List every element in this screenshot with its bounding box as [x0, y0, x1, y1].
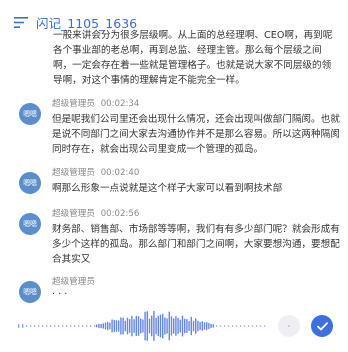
entry-meta: 超级管理员 00:02:56 [52, 207, 139, 219]
menu-icon[interactable] [14, 16, 28, 28]
waveform-icon[interactable] [0, 306, 270, 346]
transcript-entry: 嗯嗯 超级管理员 00:02:34 但是呢我们公司里还会出现什么情况，还会出现叫… [19, 97, 341, 157]
transcript-text: 财务部、销售部、市场部等等啊，我们有有多少部门呢？就会形成有多少个这样的孤岛。那… [52, 224, 340, 265]
transcript-text: 啊那么形象一点说就是这个样子大家可以看到啊技术部 [52, 183, 283, 194]
timestamp: 00:02:40 [100, 168, 140, 178]
entry-meta: 超级管理员 [52, 275, 95, 287]
timestamp: 00:02:56 [100, 209, 140, 219]
transcript-text: · · · [52, 289, 68, 300]
check-icon[interactable] [311, 315, 333, 337]
speaker-name: 超级管理员 [52, 168, 95, 178]
speaker-name: 超级管理员 [52, 99, 95, 109]
audio-player [0, 306, 348, 346]
avatar: 嗯嗯 [19, 103, 41, 125]
speaker-name: 超级管理员 [52, 277, 95, 287]
transcript-entry: 嗯嗯 超级管理员 00:02:40 啊那么形象一点说就是这个样子大家可以看到啊技… [19, 166, 341, 198]
entry-meta: 超级管理员 00:02:34 [52, 97, 139, 109]
pause-icon[interactable] [278, 315, 300, 337]
avatar: 嗯嗯 [19, 213, 41, 235]
transcript-entry: 嗯嗯 超级管理员 00:02:56 财务部、销售部、市场部等等啊，我们有有多少部… [19, 207, 341, 267]
speaker-name: 超级管理员 [52, 209, 95, 219]
transcript-text: 一般来讲会分为很多层级啊。从上面的总经理啊、CEO啊，再到呢各个事业部的老总啊，… [53, 30, 333, 86]
entry-meta: 超级管理员 00:02:40 [52, 166, 139, 178]
transcript-text: 但是呢我们公司里还会出现什么情况，还会出现叫做部门隔阂。也就是说不同部门之间大家… [52, 114, 340, 155]
timestamp: 00:02:34 [100, 99, 140, 109]
avatar: 嗯嗯 [19, 281, 41, 303]
transcript-entry: 嗯嗯 超级管理员 · · · [19, 275, 341, 305]
avatar: 嗯嗯 [19, 172, 41, 194]
